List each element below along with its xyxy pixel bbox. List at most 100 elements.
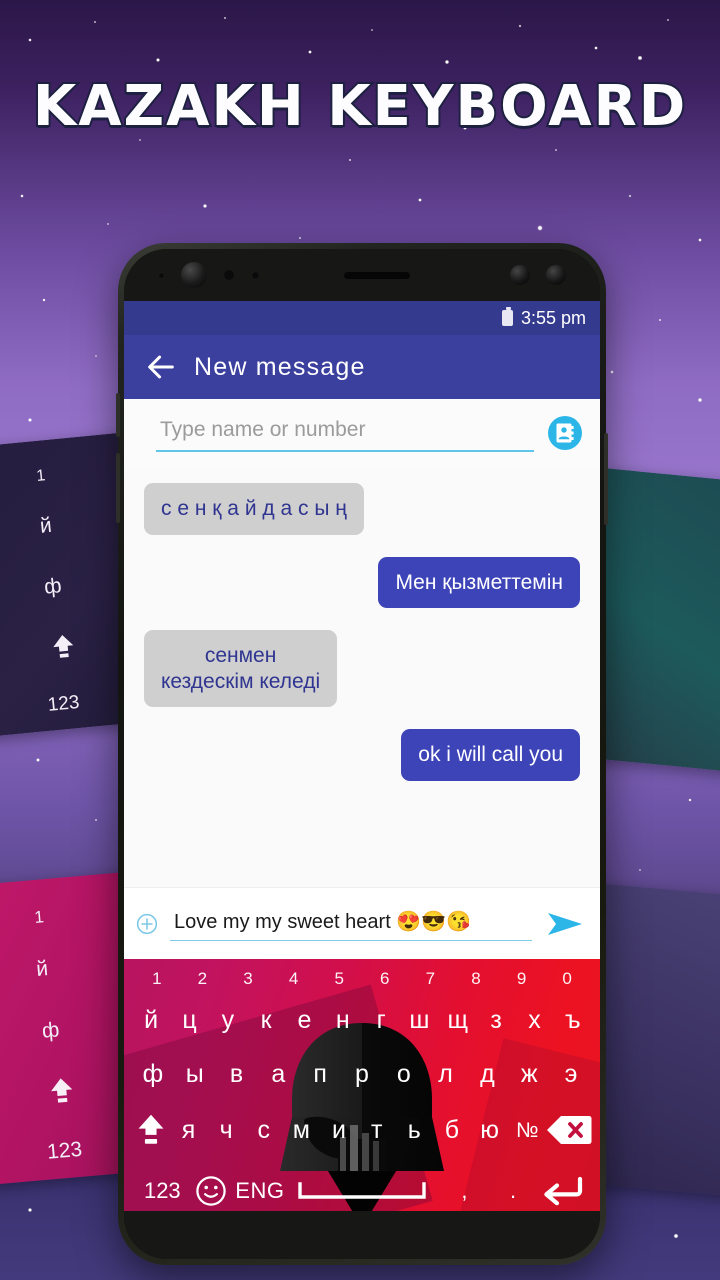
recipient-input[interactable] [156,414,534,452]
key-u[interactable]: у [209,993,247,1047]
bg-key: ф [43,574,63,599]
key-ye[interactable]: е [285,993,323,1047]
message-bubble-outgoing: ok i will call you [401,729,580,782]
key-8[interactable]: 8 [453,963,499,993]
phone-mockup: 3:55 pm New message Type name or number … [116,243,608,1265]
key-te[interactable]: т [358,1101,396,1159]
battery-icon [501,307,513,326]
enter-key[interactable] [537,1159,586,1211]
light-sensor-icon [223,269,235,281]
phone-power-button [604,433,608,525]
message-bubble-outgoing: Мен қызметтемін [378,556,580,609]
shift-icon [138,1114,164,1144]
key-6[interactable]: 6 [362,963,408,993]
bg-key: з [709,968,720,998]
key-tse[interactable]: ц [170,993,208,1047]
key-ze[interactable]: з [477,993,515,1047]
bg-key: ф [41,1018,61,1043]
key-9[interactable]: 9 [499,963,545,993]
key-ka[interactable]: к [247,993,285,1047]
language-key[interactable]: ENG [235,1159,284,1211]
emoji-key[interactable] [187,1159,236,1211]
key-ghe[interactable]: г [362,993,400,1047]
key-7[interactable]: 7 [408,963,454,993]
key-2[interactable]: 2 [180,963,226,993]
key-es[interactable]: с [245,1101,283,1159]
key-yeru[interactable]: ы [174,1047,216,1101]
virtual-keyboard: 1 2 3 4 5 6 7 8 9 0 й ц у к е н г ш щ з … [124,959,600,1211]
proximity-sensor-icon [158,271,165,279]
status-bar: 3:55 pm [124,301,600,335]
key-5[interactable]: 5 [316,963,362,993]
phone-volume-button [116,453,120,523]
spacebar-key[interactable] [284,1159,440,1211]
key-ya[interactable]: я [170,1101,208,1159]
shift-key[interactable] [132,1101,170,1159]
page-title: New message [194,352,366,381]
earpiece-speaker [344,271,410,279]
conversation-thread: с е н қ а й д а с ы ң Мен қызметтемін се… [124,467,600,887]
key-1[interactable]: 1 [134,963,180,993]
key-er[interactable]: р [341,1047,383,1101]
enter-icon [544,1176,582,1206]
message-bubble-incoming: сенмен кездескім келеді [144,630,338,708]
keyboard-function-row: 123 ENG , . [124,1159,600,1211]
bg-key: 1 [33,907,45,927]
message-input[interactable] [170,906,532,941]
key-e[interactable]: э [550,1047,592,1101]
backspace-icon [547,1116,592,1144]
keyboard-letter-row-1: й ц у к е н г ш щ з х ъ [124,993,600,1047]
send-icon[interactable] [546,909,584,939]
key-de[interactable]: д [467,1047,509,1101]
phone-screen: 3:55 pm New message Type name or number … [124,301,600,1211]
backspace-key[interactable] [546,1101,592,1159]
key-zhe[interactable]: ж [508,1047,550,1101]
key-el[interactable]: л [425,1047,467,1101]
phone-screen-frame: 3:55 pm New message Type name or number … [124,249,600,1259]
key-hard-sign[interactable]: ъ [554,993,592,1047]
comma-key[interactable]: , [440,1159,489,1211]
key-ve[interactable]: в [216,1047,258,1101]
contact-picker-button[interactable] [548,416,582,450]
iris-scanner-icon [510,265,530,285]
key-ef[interactable]: ф [132,1047,174,1101]
key-o[interactable]: о [383,1047,425,1101]
key-numero[interactable]: № [508,1101,546,1159]
key-yu[interactable]: ю [471,1101,509,1159]
key-a[interactable]: а [257,1047,299,1101]
numbers-key[interactable]: 123 [138,1159,187,1211]
key-i[interactable]: и [320,1101,358,1159]
phone-bottom-bezel [124,1211,600,1259]
add-attachment-icon[interactable] [136,913,158,935]
promo-screenshot: Kazakh Keyboard 1 2 3 й ц у ф ы в я ч 12… [0,0,720,1280]
phone-top-bezel [124,249,600,301]
keyboard-letter-row-3: я ч с м и т ь б ю № [124,1101,600,1159]
key-shcha[interactable]: щ [439,993,477,1047]
keyboard-letter-row-2: ф ы в а п р о л д ж э [124,1047,600,1101]
bg-key: й [35,957,50,982]
key-4[interactable]: 4 [271,963,317,993]
message-bubble-incoming: с е н қ а й д а с ы ң [144,483,364,535]
key-ya-i[interactable]: й [132,993,170,1047]
key-soft-sign[interactable]: ь [395,1101,433,1159]
status-bar-time: 3:55 pm [520,307,586,328]
bg-key: 1 [35,467,47,485]
key-em[interactable]: м [283,1101,321,1159]
key-sha[interactable]: ш [400,993,438,1047]
back-arrow-icon[interactable] [144,350,178,384]
key-pe[interactable]: п [299,1047,341,1101]
period-key[interactable]: . [489,1159,538,1211]
recipient-row [124,399,600,467]
front-camera-icon [181,262,207,288]
emoji-smiley-icon [196,1176,226,1206]
compose-row [124,887,600,959]
spacebar-icon [298,1182,426,1199]
key-ha[interactable]: х [515,993,553,1047]
app-bar: New message [124,335,600,399]
key-0[interactable]: 0 [544,963,590,993]
key-che[interactable]: ч [207,1101,245,1159]
key-be[interactable]: б [433,1101,471,1159]
phone-side-button [116,393,120,437]
key-en[interactable]: н [324,993,362,1047]
key-3[interactable]: 3 [225,963,271,993]
